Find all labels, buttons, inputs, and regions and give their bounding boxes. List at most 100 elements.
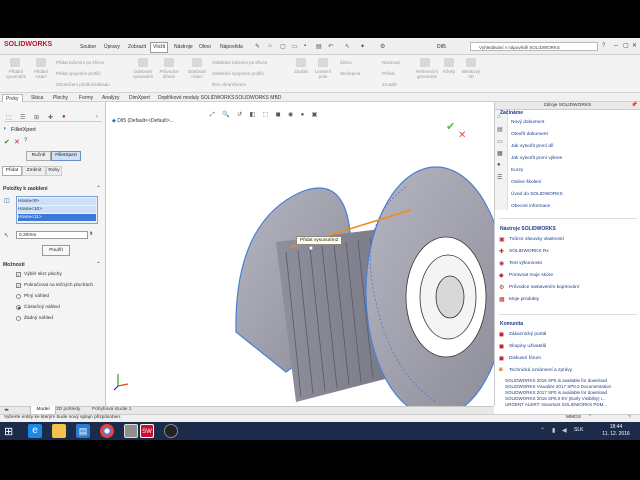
link-user-groups[interactable]: Skupiny uživatelů (509, 344, 546, 349)
menu-help[interactable]: Nápověda (220, 44, 243, 50)
ribbon-boundary-cut[interactable]: Řez ohraničením (212, 82, 292, 87)
link-first-drawing[interactable]: Jak vytvořit první výkres (511, 156, 562, 161)
subtab-change[interactable]: Změnit (22, 166, 46, 176)
link-new-document[interactable]: Nový dokument (511, 120, 544, 125)
rebuild-icon[interactable]: ✦ (360, 43, 365, 50)
home-icon[interactable]: ⌂ (268, 43, 272, 49)
apply-button[interactable]: Použít (42, 245, 70, 256)
menu-file[interactable]: Soubor (80, 44, 96, 50)
pulley-model[interactable] (106, 102, 494, 406)
ribbon-extruded-boss[interactable]: Přidání vysunutím (2, 69, 30, 79)
partial-preview-radio[interactable] (16, 305, 21, 310)
appearances-tab-icon[interactable]: ● (497, 162, 501, 168)
ribbon-instant3d[interactable]: Bleskový 3D (460, 69, 482, 79)
new-doc-icon[interactable]: ▢ (280, 43, 286, 50)
link-compare-score[interactable]: Porovnat moje skóre (509, 273, 553, 278)
minimize-icon[interactable]: – (614, 42, 618, 49)
link-my-products[interactable]: Moje produkty (509, 297, 539, 302)
tab-mbd[interactable]: SOLIDWORKS MBD (232, 94, 284, 102)
ribbon-shell[interactable]: Skořepina (340, 71, 370, 76)
menu-view[interactable]: Zobrazit (128, 44, 146, 50)
link-intro[interactable]: Úvod do SOLIDWORKS (511, 192, 563, 197)
subtab-add[interactable]: Přidat (2, 166, 22, 176)
design-library-tab-icon[interactable]: ▤ (497, 126, 503, 133)
print-icon[interactable]: ▤ (316, 43, 322, 50)
ribbon-extruded-cut[interactable]: Odebrání vysunutím (128, 69, 158, 79)
link-first-part[interactable]: Jak vytvořit první díl (511, 144, 553, 149)
graphics-area[interactable]: ◆ Díl5 (Default<<Default>... ⤢ 🔍 ↺ ◧ ⬚ ◼… (106, 102, 494, 406)
app-icon[interactable] (124, 424, 138, 438)
open-icon[interactable]: ▭ (292, 43, 298, 50)
tab-dimxpert[interactable]: DimXpert (126, 94, 153, 102)
help-icon[interactable]: ? (602, 43, 605, 49)
tab-surfaces[interactable]: Plochy (50, 94, 71, 102)
ribbon-mirror[interactable]: Zrcadlit (382, 82, 412, 87)
link-technical-alerts[interactable]: Technická oznámení a zprávy (509, 368, 572, 373)
status-help-icon[interactable]: ? (628, 415, 631, 420)
link-tutorials[interactable]: Kurzy (511, 168, 523, 173)
select-through-faces-checkbox[interactable]: ✓ (16, 272, 21, 277)
link-open-document[interactable]: Otevřít dokument (511, 132, 548, 137)
confirm-corner-cancel-icon[interactable]: ✕ (458, 130, 466, 141)
ribbon-revolved-cut[interactable]: Odebrání rotací (184, 69, 210, 79)
menu-insert[interactable]: Vložit (150, 42, 169, 53)
ribbon-revolved-boss[interactable]: Přidání rotací (30, 69, 52, 79)
tab-3d-views[interactable]: 3D pohledy (56, 407, 80, 412)
menu-window[interactable]: Okno (199, 44, 211, 50)
ok-icon[interactable]: ✔ (4, 138, 10, 146)
full-preview-radio[interactable] (16, 294, 21, 299)
help-search-input[interactable]: Vyhledávání v nápovědě SOLIDWORKS (470, 42, 598, 51)
link-online-training[interactable]: Online školení (511, 180, 541, 185)
news-item[interactable]: URGENT ALERT: Important SOLIDWORKS PDM..… (505, 402, 607, 406)
options-collapse-icon[interactable]: ⌃ (96, 261, 101, 268)
pin-icon[interactable]: ✎ (255, 43, 260, 50)
tray-arrow-icon[interactable]: ⌃ (540, 427, 545, 434)
ribbon-boundary-boss[interactable]: Ohraničení přidání/základu (56, 82, 126, 87)
units-indicator[interactable]: MMGS (566, 415, 581, 420)
ribbon-fillet[interactable]: Zaoblit (290, 69, 312, 74)
solidworks-taskbar-icon[interactable]: SW (140, 424, 154, 438)
list-item[interactable]: Hrana<10> (18, 206, 96, 213)
save-icon[interactable]: ▪ (304, 43, 306, 49)
file-explorer-tab-icon[interactable]: ▭ (497, 138, 503, 145)
link-customer-portal[interactable]: Zákaznický portál (509, 332, 546, 337)
ribbon-intersect[interactable]: Průnik (382, 71, 412, 76)
camtasia-icon[interactable] (164, 424, 178, 438)
link-performance-test[interactable]: Test výkonnosti (509, 261, 542, 266)
ribbon-rib[interactable]: Žebro (340, 60, 370, 65)
tab-addins[interactable]: Doplňkové moduly SOLIDWORKS (155, 94, 237, 102)
undo-icon[interactable]: ↶ (328, 43, 333, 50)
store-icon[interactable]: ▤ (76, 424, 90, 438)
list-item[interactable]: Hrana<9> (18, 198, 96, 205)
tangent-propagation-checkbox[interactable]: ✓ (16, 283, 21, 288)
maximize-icon[interactable]: ▢ (623, 42, 629, 49)
filletxpert-mode-button[interactable]: FilletXpert (51, 151, 81, 161)
configuration-icon[interactable]: ⊞ (34, 114, 39, 121)
tab-sketch[interactable]: Skica (28, 94, 46, 102)
help-question-icon[interactable]: ? (24, 138, 27, 144)
link-property-tab-builder[interactable]: Tvůrce zásuvky vlastností (509, 237, 564, 242)
link-discussion-forum[interactable]: Diskusní fórum (509, 356, 541, 361)
windows-start-icon[interactable]: ⊞ (4, 425, 13, 438)
news-item[interactable]: SOLIDWORKS 2017 SP0 is available for dow… (505, 390, 607, 395)
link-solidworks-rx[interactable]: SOLIDWORKS Rx (509, 249, 549, 254)
file-explorer-icon[interactable] (52, 424, 66, 438)
news-item[interactable]: SOLIDWORKS 2016 SP5.0 EV (Early Visibili… (505, 396, 605, 401)
ribbon-swept-boss[interactable]: Přidat tažením po křivce (56, 60, 126, 65)
task-pane-pin-icon[interactable]: 📌 (631, 102, 637, 108)
radius-stepper[interactable]: ⬍ (89, 231, 93, 237)
clock-date[interactable]: 11. 12. 2016 (598, 431, 634, 437)
manual-mode-button[interactable]: Ručně (26, 151, 51, 161)
menu-edit[interactable]: Úpravy (104, 44, 120, 50)
items-to-fillet-list[interactable]: Hrana<9> Hrana<10> Hrana<11> (16, 196, 98, 224)
panel-expand-icon[interactable]: › (96, 114, 98, 120)
no-preview-radio[interactable] (16, 316, 21, 321)
confirm-corner-ok-icon[interactable]: ✔ (446, 120, 455, 133)
options-icon[interactable]: ⚙ (380, 43, 385, 50)
ribbon-curves[interactable]: Křivky (440, 69, 458, 74)
view-palette-tab-icon[interactable]: ▦ (497, 150, 503, 157)
ribbon-linear-pattern[interactable]: Lineární pole (312, 69, 334, 79)
ribbon-wrap[interactable]: Navinout (382, 60, 412, 65)
close-icon[interactable]: ✕ (632, 42, 637, 49)
tab-scroll-icon[interactable]: ◂▸ (4, 407, 9, 413)
